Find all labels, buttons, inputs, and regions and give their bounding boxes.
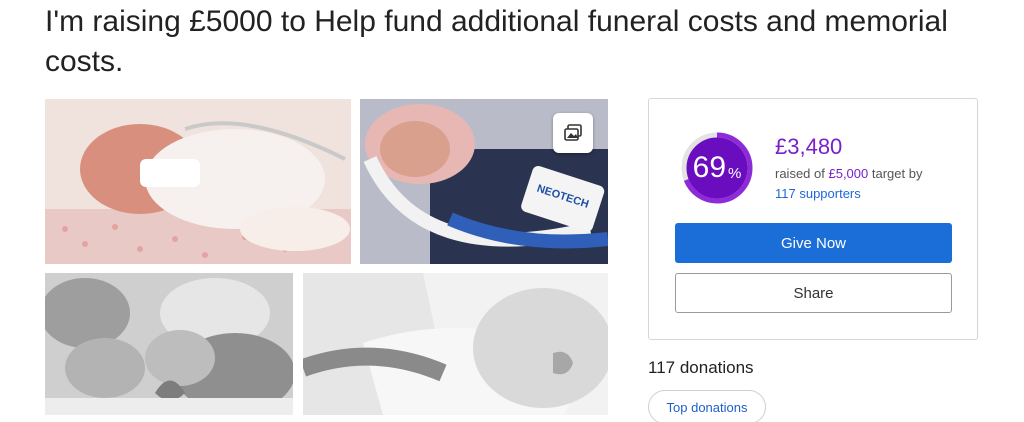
photo-1-image [45,99,351,264]
donations-count: 117 donations [648,358,754,377]
gallery-button[interactable] [553,113,593,153]
photo-3-image [45,273,293,415]
supporters-link[interactable]: 117 supporters [775,184,975,204]
share-button[interactable]: Share [675,273,952,313]
top-donations-button[interactable]: Top donations [648,390,766,422]
target-prefix: raised of [775,166,829,181]
target-text: raised of £5,000 target by 117 supporter… [775,164,975,204]
photo-pregnant-belly-bw[interactable] [303,273,608,415]
photo-premature-baby-incubator[interactable] [45,99,351,264]
page-title: I'm raising £5000 to Help fund additiona… [45,5,948,78]
target-suffix: target by [868,166,923,181]
progress-number: 69 [692,151,727,184]
target-amount: £5,000 [828,166,869,181]
progress-percentage: 69 % [679,130,755,206]
progress-symbol: % [728,164,742,182]
image-gallery-icon [564,124,582,141]
photo-4-image [303,273,608,415]
photo-baby-bw-knitted-toys[interactable] [45,273,293,415]
amount-raised: £3,480 [775,134,843,159]
fundraiser-card: 69 % £3,480 raised of £5,000 target by 1… [648,98,978,340]
give-now-button[interactable]: Give Now [675,223,952,263]
